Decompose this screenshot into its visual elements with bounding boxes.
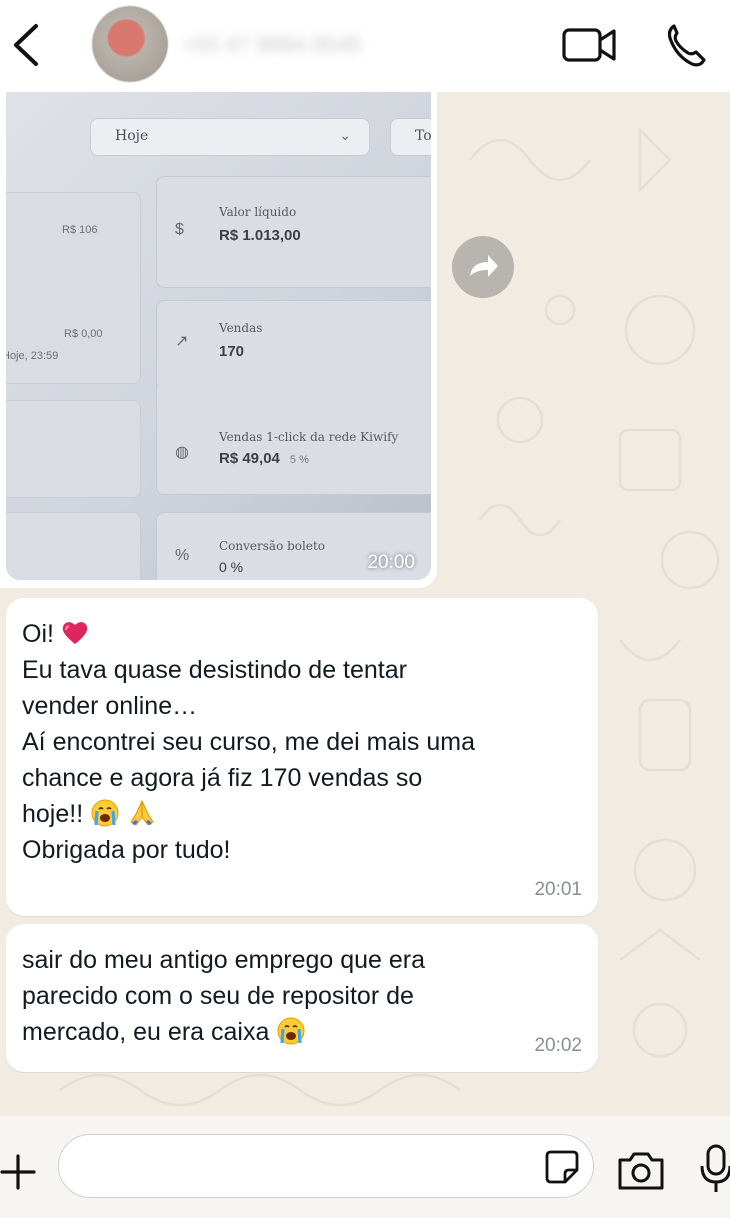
photo-left-value-2: R$ 0,00	[64, 328, 103, 340]
message-line: sair do meu antigo emprego que era	[22, 946, 426, 974]
contact-name[interactable]: +55 47 9884-9545	[182, 30, 432, 60]
photo-left-sub: Hoje, 23:59	[6, 350, 59, 362]
video-call-icon[interactable]	[560, 22, 620, 68]
photo-card3-value: R$ 49,04	[219, 450, 280, 467]
message-line: vender online…	[22, 692, 198, 720]
crying-face-emoji-icon	[277, 1017, 305, 1045]
photo-card1-value: R$ 1.013,00	[219, 227, 301, 244]
chat-header: +55 47 9884-9545	[0, 0, 730, 92]
dashboard-photo[interactable]: Hoje ⌄ To ⇖ R$ 106 R$ 0,00 Hoje, 23:59 $…	[6, 92, 431, 580]
photo-card-valor-liquido: $ Valor líquido R$ 1.013,00	[156, 176, 431, 288]
crying-face-emoji-icon	[91, 799, 119, 827]
photo-card4-value: 0 %	[219, 559, 244, 575]
photo-date-dropdown: Hoje ⌄	[90, 118, 370, 156]
globe-icon: ◍	[175, 444, 189, 461]
message-bubble[interactable]: Oi! Eu tava quase desistindo de tentar v…	[6, 598, 598, 916]
sticker-icon[interactable]	[543, 1148, 581, 1186]
chevron-down-icon: ⌄	[339, 127, 351, 143]
phone-call-icon[interactable]	[664, 20, 716, 70]
percent-icon: %	[175, 547, 190, 564]
photo-card3-label: Vendas 1-click da rede Kiwify	[219, 430, 399, 444]
message-line: hoje!!	[22, 800, 84, 828]
message-line: chance e agora já fiz 170 vendas so	[22, 764, 423, 792]
message-line: Aí encontrei seu curso, me dei mais uma	[22, 728, 475, 756]
photo-left-value-1: R$ 106	[62, 224, 98, 236]
microphone-icon[interactable]	[700, 1140, 730, 1196]
photo-card3-pct: 5 %	[289, 454, 309, 466]
message-line: Obrigada por tudo!	[22, 836, 231, 864]
message-timestamp: 20:01	[534, 879, 582, 900]
message-line: parecido com o seu de repositor de	[22, 982, 414, 1010]
photo-card-kiwify: ◍ Vendas 1-click da rede Kiwify R$ 49,04…	[156, 382, 431, 495]
message-text: sair do meu antigo emprego que era parec…	[22, 942, 582, 1050]
forward-arrow-icon[interactable]	[452, 236, 514, 298]
message-input[interactable]	[58, 1134, 594, 1198]
message-line: Oi!	[22, 620, 54, 648]
photo-card2-value: 170	[219, 343, 245, 360]
photo-card1-label: Valor líquido	[219, 205, 297, 219]
folded-hands-emoji-icon	[130, 799, 154, 826]
message-line: mercado, eu era caixa	[22, 1018, 270, 1046]
photo-card4-label: Conversão boleto	[219, 539, 325, 553]
photo-second-dropdown: To	[390, 118, 431, 156]
trend-up-icon: ↗	[175, 333, 189, 350]
message-line: Eu tava quase desistindo de tentar	[22, 656, 407, 684]
message-bubble[interactable]: sair do meu antigo emprego que era parec…	[6, 924, 598, 1072]
plus-icon[interactable]	[0, 1152, 36, 1192]
photo-dropdown2-label: To	[415, 128, 431, 144]
back-arrow-icon[interactable]	[6, 20, 46, 70]
message-text: Oi! Eu tava quase desistindo de tentar v…	[22, 616, 582, 868]
photo-dropdown-label: Hoje	[115, 128, 149, 144]
dollar-icon: $	[175, 221, 184, 238]
image-timestamp: 20:00	[367, 552, 415, 573]
contact-avatar[interactable]	[92, 6, 168, 82]
heart-emoji-icon	[62, 621, 88, 644]
photo-left-card-3	[6, 512, 141, 580]
photo-left-card-2	[6, 400, 141, 498]
message-timestamp: 20:02	[534, 1035, 582, 1056]
photo-card2-label: Vendas	[219, 321, 263, 335]
camera-icon[interactable]	[616, 1148, 666, 1192]
image-message-bubble[interactable]: Hoje ⌄ To ⇖ R$ 106 R$ 0,00 Hoje, 23:59 $…	[0, 92, 437, 588]
